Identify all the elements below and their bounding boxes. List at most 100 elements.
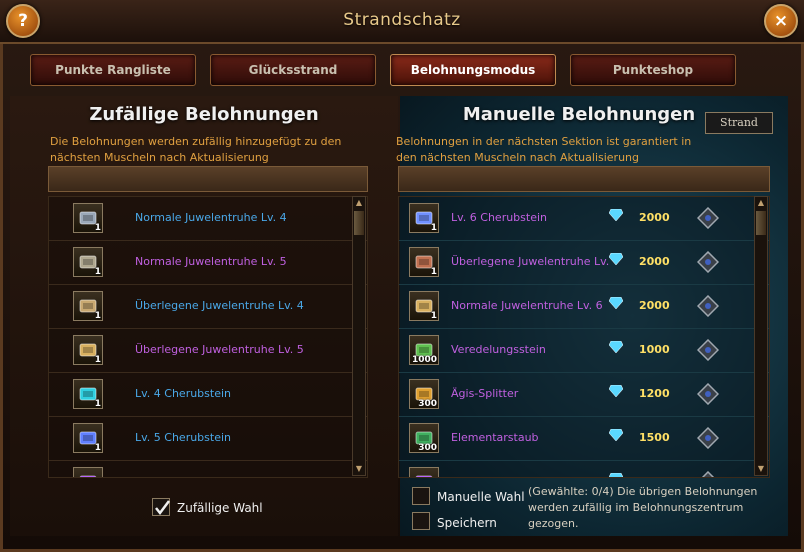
item-name: Lv. 5 Cherubstein <box>135 431 232 444</box>
item-quantity: 300 <box>418 399 437 409</box>
diamond-icon <box>609 429 623 441</box>
manual-list-scrollbar[interactable]: ▲ ▼ <box>754 196 768 476</box>
item-quantity: 1 <box>94 443 101 453</box>
scroll-thumb[interactable] <box>756 211 766 235</box>
reward-row[interactable]: 1 Überlegene Juwelentruhe Lv. 4 <box>49 285 367 329</box>
diamond-icon <box>609 341 623 353</box>
item-quantity: 1 <box>430 267 437 277</box>
reward-row[interactable]: 1 Lv. 5 Cherubstein <box>49 417 367 461</box>
diamond-icon <box>609 297 623 309</box>
reward-row[interactable]: 300 Elementarstaub 1500 <box>399 417 769 461</box>
item-name: Normale Juwelentruhe Lv. 5 <box>135 255 287 268</box>
refine-stone-icon: 1000 <box>409 335 439 365</box>
diamond-icon <box>609 253 623 265</box>
gold-chest-icon: 1 <box>409 291 439 321</box>
soul-stone-icon <box>73 467 103 477</box>
cherub-stone-icon: 1 <box>409 203 439 233</box>
select-gem-icon[interactable] <box>697 471 719 478</box>
random-rewards-panel: Zufällige Belohnungen Die Belohnungen we… <box>10 96 398 536</box>
random-choice-checkbox[interactable] <box>152 498 170 516</box>
diamond-icon <box>609 209 623 221</box>
item-quantity: 1 <box>94 311 101 321</box>
scroll-up-icon[interactable]: ▲ <box>756 197 766 209</box>
element-dust-icon: 300 <box>409 423 439 453</box>
help-button[interactable]: ? <box>6 4 40 38</box>
random-choice-label: Zufällige Wahl <box>177 501 263 515</box>
tab-punkteshop[interactable]: Punkteshop <box>570 54 736 86</box>
reward-row[interactable]: 1000 Veredelungsstein 1000 <box>399 329 769 373</box>
reward-row[interactable]: 1 Normale Juwelentruhe Lv. 4 <box>49 197 367 241</box>
tab-gluecksstrand[interactable]: Glücksstrand <box>210 54 376 86</box>
item-name: Normale Juwelentruhe Lv. 6 <box>451 299 603 312</box>
title-bar: Strandschatz <box>0 0 804 44</box>
reward-row[interactable]: Seelenstein <box>49 461 367 477</box>
manual-rewards-description: Belohnungen in der nächsten Sektion ist … <box>396 135 692 164</box>
save-label: Speichern <box>437 516 497 530</box>
manual-choice-checkbox[interactable] <box>412 487 430 505</box>
item-quantity: 1 <box>94 399 101 409</box>
cherub-stone-icon: 1 <box>73 423 103 453</box>
strand-button[interactable]: Strand <box>705 112 773 134</box>
scroll-up-icon[interactable]: ▲ <box>354 197 364 209</box>
select-gem-icon[interactable] <box>697 339 719 361</box>
select-gem-icon[interactable] <box>697 427 719 449</box>
reward-row[interactable]: 1 Lv. 6 Cherubstein 2000 <box>399 197 769 241</box>
item-name: Lv. 4 Cherubstein <box>135 387 232 400</box>
item-name: Normale Juwelentruhe Lv. 4 <box>135 211 287 224</box>
item-quantity: 1 <box>430 311 437 321</box>
checkmark-icon <box>155 500 170 516</box>
item-price: 2000 <box>639 299 670 312</box>
item-name: Überlegene Juwelentruhe Lv. 5 <box>135 343 304 356</box>
random-list-scrollbar[interactable]: ▲ ▼ <box>352 196 366 476</box>
gold-chest-icon: 1 <box>73 335 103 365</box>
random-list-header <box>48 166 368 192</box>
save-checkbox[interactable] <box>412 512 430 530</box>
window-title: Strandschatz <box>343 10 461 30</box>
tab-punkte-rangliste[interactable]: Punkte Rangliste <box>30 54 196 86</box>
item-quantity: 1 <box>94 355 101 365</box>
random-rewards-description: Die Belohnungen werden zufällig hinzugef… <box>50 135 342 164</box>
select-gem-icon[interactable] <box>697 251 719 273</box>
item-quantity: 300 <box>418 443 437 453</box>
item-price: 1500 <box>639 431 670 444</box>
gold-chest-icon: 1 <box>73 291 103 321</box>
diamond-icon <box>609 385 623 397</box>
item-quantity: 1 <box>94 223 101 233</box>
item-name: Veredelungsstein <box>451 343 546 356</box>
scroll-thumb[interactable] <box>354 211 364 235</box>
item-name: Ägis-Splitter <box>451 387 519 400</box>
red-chest-icon: 1 <box>409 247 439 277</box>
silver-chest-icon: 1 <box>73 203 103 233</box>
manual-choice-label: Manuelle Wahl <box>437 490 525 504</box>
soul-stone-icon <box>409 467 439 477</box>
item-name: Elementarstaub <box>451 431 539 444</box>
scroll-down-icon[interactable]: ▼ <box>354 463 364 475</box>
item-name: Lv. 6 Cherubstein <box>451 211 548 224</box>
select-gem-icon[interactable] <box>697 295 719 317</box>
aegis-shard-icon: 300 <box>409 379 439 409</box>
reward-row[interactable]: 1 Überlegene Juwelentruhe Lv. 2000 <box>399 241 769 285</box>
manual-rewards-panel: Manuelle Belohnungen Strand Belohnungen … <box>396 96 788 536</box>
reward-row[interactable]: 1 Lv. 4 Cherubstein <box>49 373 367 417</box>
item-name: Überlegene Juwelentruhe Lv. <box>451 255 610 268</box>
reward-row[interactable]: 300 Ägis-Splitter 1200 <box>399 373 769 417</box>
reward-row[interactable]: 1 Überlegene Juwelentruhe Lv. 5 <box>49 329 367 373</box>
select-gem-icon[interactable] <box>697 207 719 229</box>
item-price: 2000 <box>639 255 670 268</box>
scroll-down-icon[interactable]: ▼ <box>756 463 766 475</box>
item-price: 1000 <box>639 343 670 356</box>
reward-row[interactable]: 1 Normale Juwelentruhe Lv. 5 <box>49 241 367 285</box>
random-rewards-list: 1 Normale Juwelentruhe Lv. 4 1 Normale Juwe… <box>48 196 368 478</box>
selection-note: (Gewählte: 0/4) Die übrigen Belohnungen … <box>528 485 758 530</box>
random-rewards-title: Zufällige Belohnungen <box>89 104 319 125</box>
item-quantity: 1 <box>94 267 101 277</box>
reward-row[interactable]: 1 Normale Juwelentruhe Lv. 6 2000 <box>399 285 769 329</box>
item-price: 2000 <box>639 211 670 224</box>
tab-bar: Punkte Rangliste Glücksstrand Belohnungs… <box>0 50 804 90</box>
item-price: 1500 <box>639 475 670 477</box>
item-quantity: 1 <box>430 223 437 233</box>
reward-row[interactable]: Seelenstein 1500 <box>399 461 769 478</box>
close-button[interactable]: × <box>764 4 798 38</box>
select-gem-icon[interactable] <box>697 383 719 405</box>
tab-belohnungsmodus[interactable]: Belohnungsmodus <box>390 54 556 86</box>
